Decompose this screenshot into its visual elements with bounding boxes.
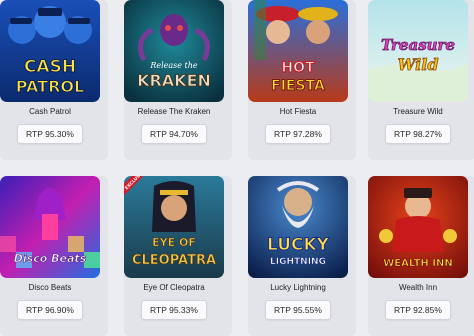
- game-title: Hot Fiesta: [279, 107, 317, 116]
- lucky-lightning-logo-line1: LUCKY: [267, 235, 330, 255]
- game-thumbnail-disco-beats[interactable]: Disco Beats: [0, 176, 100, 278]
- rtp-badge: RTP 95.33%: [141, 300, 207, 320]
- treasure-wild-artwork: Treasure Wild: [368, 0, 468, 102]
- game-title: Cash Patrol: [29, 107, 71, 116]
- game-title: Disco Beats: [28, 283, 72, 292]
- disco-beats-artwork: Disco Beats: [0, 176, 100, 278]
- eye-of-cleopatra-artwork: EYE OF CLEOPATRA EXCLUSIVE: [124, 176, 224, 278]
- game-card-eye-of-cleopatra[interactable]: EYE OF CLEOPATRA EXCLUSIVE Eye Of Cleopa…: [124, 176, 232, 336]
- rtp-badge: RTP 97.28%: [265, 124, 331, 144]
- game-title: Lucky Lightning: [270, 283, 326, 292]
- kraken-artwork: Release the KRAKEN: [124, 0, 224, 102]
- hot-fiesta-logo-line2: FIESTA: [271, 78, 325, 94]
- game-card-cash-patrol[interactable]: CASH PATROL Cash Patrol RTP 95.30%: [0, 0, 108, 160]
- rtp-badge: RTP 94.70%: [141, 124, 207, 144]
- game-card-disco-beats[interactable]: Disco Beats Disco Beats RTP 96.90%: [0, 176, 108, 336]
- game-thumbnail-hot-fiesta[interactable]: HOT FIESTA: [248, 0, 348, 102]
- game-thumbnail-cash-patrol[interactable]: CASH PATROL: [0, 0, 100, 102]
- game-thumbnail-lucky-lightning[interactable]: LUCKY LIGHTNING: [248, 176, 348, 278]
- game-thumbnail-wealth-inn[interactable]: WEALTH INN: [368, 176, 468, 278]
- game-title: Treasure Wild: [393, 107, 443, 116]
- treasure-wild-logo-line2: Wild: [397, 55, 438, 74]
- rtp-badge: RTP 95.30%: [17, 124, 83, 144]
- lucky-lightning-logo-line2: LIGHTNING: [270, 257, 326, 267]
- cleopatra-logo-line1: EYE OF: [152, 236, 196, 249]
- rtp-badge: RTP 96.90%: [17, 300, 83, 320]
- cash-patrol-artwork: CASH PATROL: [0, 0, 100, 102]
- cleopatra-logo-line2: CLEOPATRA: [132, 253, 216, 268]
- rtp-badge: RTP 98.27%: [385, 124, 451, 144]
- game-card-lucky-lightning[interactable]: LUCKY LIGHTNING Lucky Lightning RTP 95.5…: [248, 176, 356, 336]
- rtp-badge: RTP 92.85%: [385, 300, 451, 320]
- game-thumbnail-eye-of-cleopatra[interactable]: EYE OF CLEOPATRA EXCLUSIVE: [124, 176, 224, 278]
- game-title: Eye Of Cleopatra: [143, 283, 205, 292]
- game-card-hot-fiesta[interactable]: HOT FIESTA Hot Fiesta RTP 97.28%: [248, 0, 356, 160]
- treasure-wild-logo-line1: Treasure: [381, 36, 455, 54]
- game-grid: CASH PATROL Cash Patrol RTP 95.30% Relea…: [0, 0, 474, 336]
- wealth-inn-artwork: WEALTH INN: [368, 176, 468, 278]
- game-card-release-the-kraken[interactable]: Release the KRAKEN Release The Kraken RT…: [124, 0, 232, 160]
- kraken-logo-line2: KRAKEN: [137, 71, 211, 90]
- game-title: Wealth Inn: [398, 283, 438, 292]
- game-thumbnail-treasure-wild[interactable]: Treasure Wild: [368, 0, 468, 102]
- game-title: Release The Kraken: [137, 107, 211, 116]
- wealth-inn-logo: WEALTH INN: [383, 258, 452, 269]
- game-card-wealth-inn[interactable]: WEALTH INN Wealth Inn RTP 92.85%: [368, 176, 474, 336]
- hot-fiesta-logo-line1: HOT: [281, 60, 315, 76]
- kraken-logo-line1: Release the: [149, 61, 198, 70]
- lucky-lightning-artwork: LUCKY LIGHTNING: [248, 176, 348, 278]
- disco-beats-logo: Disco Beats: [14, 252, 87, 265]
- hot-fiesta-artwork: HOT FIESTA: [248, 0, 348, 102]
- rtp-badge: RTP 95.55%: [265, 300, 331, 320]
- cash-patrol-logo-line2: PATROL: [16, 77, 84, 96]
- game-card-treasure-wild[interactable]: Treasure Wild Treasure Wild RTP 98.27%: [368, 0, 474, 160]
- cash-patrol-logo-line1: CASH: [24, 57, 76, 77]
- game-thumbnail-release-the-kraken[interactable]: Release the KRAKEN: [124, 0, 224, 102]
